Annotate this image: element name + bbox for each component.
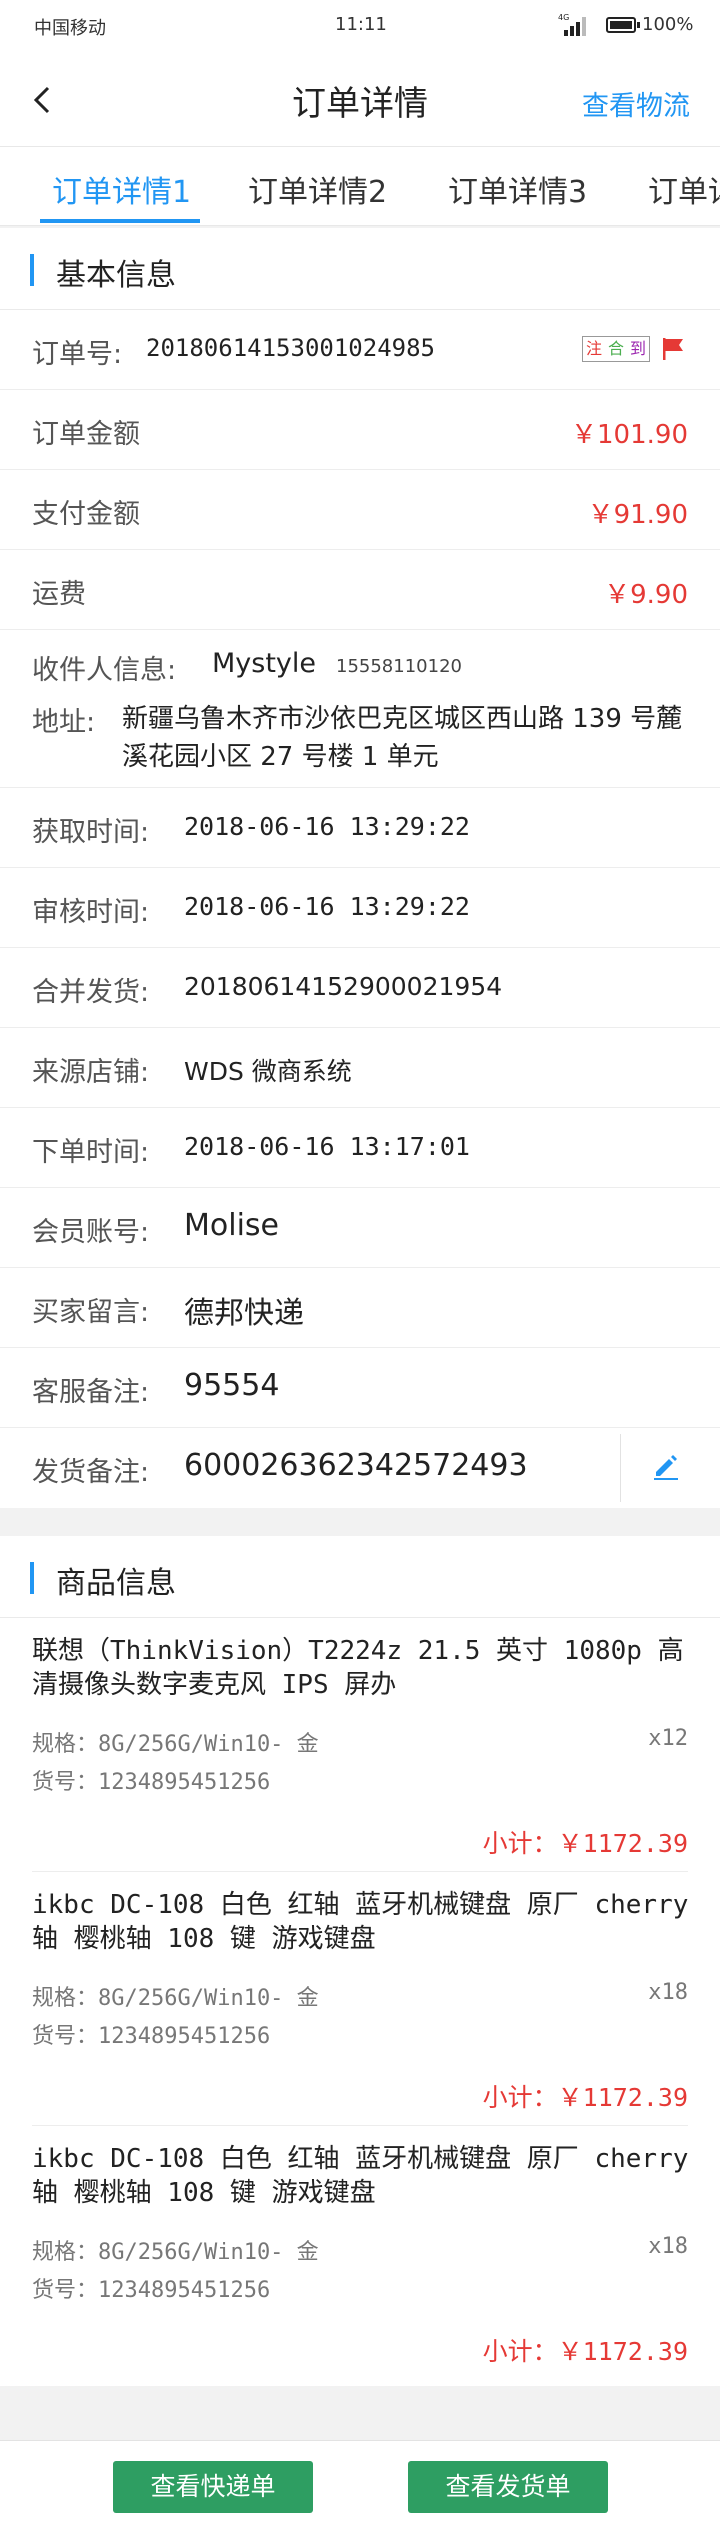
product-sku: 货号：1234895451256: [32, 2278, 271, 2303]
product-quantity: x12: [648, 1726, 688, 1751]
clock: 11:11: [335, 14, 387, 35]
fetch-time-label: 获取时间:: [32, 817, 150, 848]
view-express-slip-button[interactable]: 查看快递单: [113, 2461, 313, 2513]
merge-ship-row: 合并发货: 20180614152900021954: [0, 948, 720, 1028]
tag-arrival: 到: [629, 339, 646, 358]
product-sku: 货号：1234895451256: [32, 2024, 271, 2049]
product-quantity: x18: [648, 2234, 688, 2259]
order-tabs: 订单详情1 订单详情2 订单详情3 订单详: [0, 146, 720, 226]
product-item[interactable]: ikbc DC-108 白色 红轴 蓝牙机械键盘 原厂 cherry 轴 樱桃轴…: [32, 1872, 688, 2126]
receiver-address-block: 收件人信息: Mystyle 15558110120 地址: 新疆乌鲁木齐市沙依…: [0, 630, 720, 788]
product-subtotal: 小计：￥1172.39: [482, 1829, 688, 1858]
product-sku: 货号：1234895451256: [32, 1770, 271, 1795]
network-type: 4G: [558, 13, 569, 22]
order-amount: ￥101.90: [571, 420, 688, 450]
service-note-row: 客服备注: 95554: [0, 1348, 720, 1428]
shipping-fee: ￥9.90: [604, 580, 688, 610]
status-bar: 中国移动 11:11 4G 100%: [0, 0, 720, 54]
order-time: 2018-06-16 13:17:01: [184, 1132, 470, 1161]
member-account-label: 会员账号:: [32, 1217, 150, 1248]
ship-note: 600026362342572493: [184, 1448, 528, 1483]
fetch-time: 2018-06-16 13:29:22: [184, 812, 470, 841]
nav-bar: 订单详情 查看物流: [0, 54, 720, 146]
product-info-section: 商品信息 联想（ThinkVision）T2224z 21.5 英寸 1080p…: [0, 1536, 720, 2386]
product-item[interactable]: 联想（ThinkVision）T2224z 21.5 英寸 1080p 高清摄像…: [32, 1618, 688, 1872]
source-store-row: 来源店铺: WDS 微商系统: [0, 1028, 720, 1108]
signal-icon: 4G: [558, 13, 586, 36]
product-subtotal: 小计：￥1172.39: [482, 2083, 688, 2112]
order-number-label: 订单号:: [32, 339, 123, 370]
order-amount-row: 订单金额 ￥101.90: [0, 390, 720, 470]
battery-icon: [606, 17, 640, 33]
section-header-products: 商品信息: [0, 1536, 720, 1618]
receiver-phone: 15558110120: [336, 656, 462, 677]
address-value: 新疆乌鲁木齐市沙依巴克区城区西山路 139 号麓溪花园小区 27 号楼 1 单元: [122, 704, 683, 772]
receiver-name: Mystyle: [212, 648, 317, 679]
buyer-note: 德邦快递: [184, 1296, 304, 1331]
tag-note: 注: [585, 339, 602, 358]
section-accent-bar: [30, 254, 34, 286]
tag-merge: 合: [607, 339, 624, 358]
member-account: Molise: [184, 1208, 279, 1243]
product-quantity: x18: [648, 1980, 688, 2005]
edit-pencil-icon[interactable]: [650, 1450, 682, 1482]
product-spec: 规格：8G/256G/Win10- 金: [32, 1732, 319, 1757]
audit-time-row: 审核时间: 2018-06-16 13:29:22: [0, 868, 720, 948]
tab-order-detail-4[interactable]: 订单详: [648, 167, 720, 211]
paid-amount-label: 支付金额: [32, 499, 140, 530]
chevron-left-icon: [33, 86, 50, 114]
service-note-label: 客服备注:: [32, 1377, 150, 1408]
ship-note-label: 发货备注:: [32, 1457, 150, 1488]
view-logistics-link[interactable]: 查看物流: [582, 84, 690, 123]
ship-note-row: 发货备注: 600026362342572493: [0, 1428, 720, 1508]
member-account-row: 会员账号: Molise: [0, 1188, 720, 1268]
order-time-row: 下单时间: 2018-06-16 13:17:01: [0, 1108, 720, 1188]
receiver-label: 收件人信息:: [32, 655, 177, 686]
address-label: 地址:: [32, 707, 96, 738]
merge-ship-number: 20180614152900021954: [184, 972, 503, 1001]
section-title: 商品信息: [56, 1566, 176, 1601]
carrier-name: 中国移动: [34, 18, 106, 39]
active-tab-indicator: [40, 219, 200, 223]
section-title: 基本信息: [56, 258, 176, 293]
tab-order-detail-1[interactable]: 订单详情1: [52, 167, 191, 211]
order-amount-label: 订单金额: [32, 419, 140, 450]
source-store-label: 来源店铺:: [32, 1057, 150, 1088]
flag-icon[interactable]: [660, 336, 686, 362]
buyer-note-row: 买家留言: 德邦快递: [0, 1268, 720, 1348]
bottom-action-bar: 查看快递单 查看发货单: [0, 2440, 720, 2535]
paid-amount-row: 支付金额 ￥91.90: [0, 470, 720, 550]
paid-amount: ￥91.90: [587, 500, 688, 530]
audit-time-label: 审核时间:: [32, 897, 150, 928]
back-button[interactable]: [24, 76, 64, 124]
order-tags: 注 合 到: [581, 336, 650, 362]
product-name: ikbc DC-108 白色 红轴 蓝牙机械键盘 原厂 cherry 轴 樱桃轴…: [32, 2144, 689, 2208]
fetch-time-row: 获取时间: 2018-06-16 13:29:22: [0, 788, 720, 868]
view-delivery-note-button[interactable]: 查看发货单: [408, 2461, 608, 2513]
product-spec: 规格：8G/256G/Win10- 金: [32, 2240, 319, 2265]
product-name: ikbc DC-108 白色 红轴 蓝牙机械键盘 原厂 cherry 轴 樱桃轴…: [32, 1890, 689, 1954]
order-time-label: 下单时间:: [32, 1137, 150, 1168]
merge-ship-label: 合并发货:: [32, 977, 150, 1008]
product-spec: 规格：8G/256G/Win10- 金: [32, 1986, 319, 2011]
shipping-fee-label: 运费: [32, 579, 86, 610]
section-header-basic: 基本信息: [0, 228, 720, 310]
product-subtotal: 小计：￥1172.39: [482, 2337, 688, 2366]
buyer-note-label: 买家留言:: [32, 1297, 150, 1328]
product-name: 联想（ThinkVision）T2224z 21.5 英寸 1080p 高清摄像…: [32, 1636, 684, 1700]
section-accent-bar: [30, 1562, 34, 1594]
order-number: 20180614153001024985: [146, 334, 435, 362]
audit-time: 2018-06-16 13:29:22: [184, 892, 470, 921]
divider: [620, 1434, 621, 1502]
basic-info-section: 基本信息 订单号: 20180614153001024985 注 合 到 订单金…: [0, 228, 720, 1508]
tab-order-detail-2[interactable]: 订单详情2: [248, 167, 387, 211]
shipping-fee-row: 运费 ￥9.90: [0, 550, 720, 630]
service-note: 95554: [184, 1368, 280, 1403]
tab-order-detail-3[interactable]: 订单详情3: [448, 167, 587, 211]
product-item[interactable]: ikbc DC-108 白色 红轴 蓝牙机械键盘 原厂 cherry 轴 樱桃轴…: [32, 2126, 688, 2380]
order-number-row: 订单号: 20180614153001024985 注 合 到: [0, 310, 720, 390]
source-store: WDS 微商系统: [184, 1057, 352, 1086]
battery-level: 100%: [642, 14, 694, 35]
